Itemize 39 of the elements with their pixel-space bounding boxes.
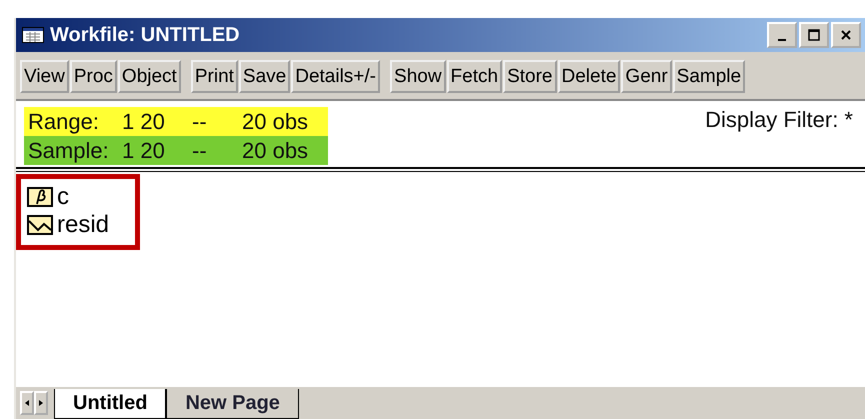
toolbar-button[interactable]: Details+/-	[291, 60, 380, 93]
minimize-icon	[778, 39, 786, 41]
toolbar-button[interactable]: View	[20, 60, 69, 93]
beta-icon	[27, 187, 53, 207]
info-count: 20 obs	[242, 138, 310, 164]
toolbar-button[interactable]: Object	[118, 60, 181, 93]
info-separator: --	[192, 138, 208, 164]
toolbar-button[interactable]: Delete	[558, 60, 620, 93]
toolbar-button[interactable]: Save	[238, 60, 290, 93]
info-label: Range:	[28, 108, 100, 134]
info-label: Sample:	[28, 138, 110, 164]
page-tab[interactable]: New Page	[166, 389, 299, 419]
maximize-icon	[808, 29, 820, 41]
window-icon	[22, 27, 44, 43]
close-icon	[840, 29, 852, 41]
scroll-left-button[interactable]	[20, 391, 34, 415]
minimize-button[interactable]	[767, 22, 797, 48]
toolbar-button[interactable]: Genr	[621, 60, 672, 93]
toolbar-button[interactable]: Proc	[70, 60, 117, 93]
close-button[interactable]	[831, 22, 861, 48]
scroll-right-button[interactable]	[34, 391, 48, 415]
info-period: 1 20	[122, 138, 166, 164]
toolbar-button[interactable]: Show	[390, 60, 446, 93]
info-count: 20 obs	[242, 108, 310, 134]
page-tab[interactable]: Untitled	[54, 389, 166, 419]
toolbar-button[interactable]: Fetch	[446, 60, 502, 93]
window-title: Workfile: UNTITLED	[50, 24, 240, 46]
left-arrow-icon	[25, 400, 29, 406]
toolbar-button[interactable]: Store	[503, 60, 556, 93]
info-separator: --	[192, 108, 208, 134]
object-item[interactable]: c	[27, 183, 110, 211]
object-item[interactable]: resid	[27, 211, 110, 239]
toolbar-button[interactable]: Print	[190, 60, 238, 93]
maximize-button[interactable]	[799, 22, 829, 48]
info-period: 1 20	[122, 108, 166, 134]
toolbar-button[interactable]: Sample	[672, 60, 746, 93]
right-arrow-icon	[39, 400, 43, 406]
line-chart-icon	[27, 215, 53, 235]
display-filter: Display Filter: *	[705, 107, 853, 134]
